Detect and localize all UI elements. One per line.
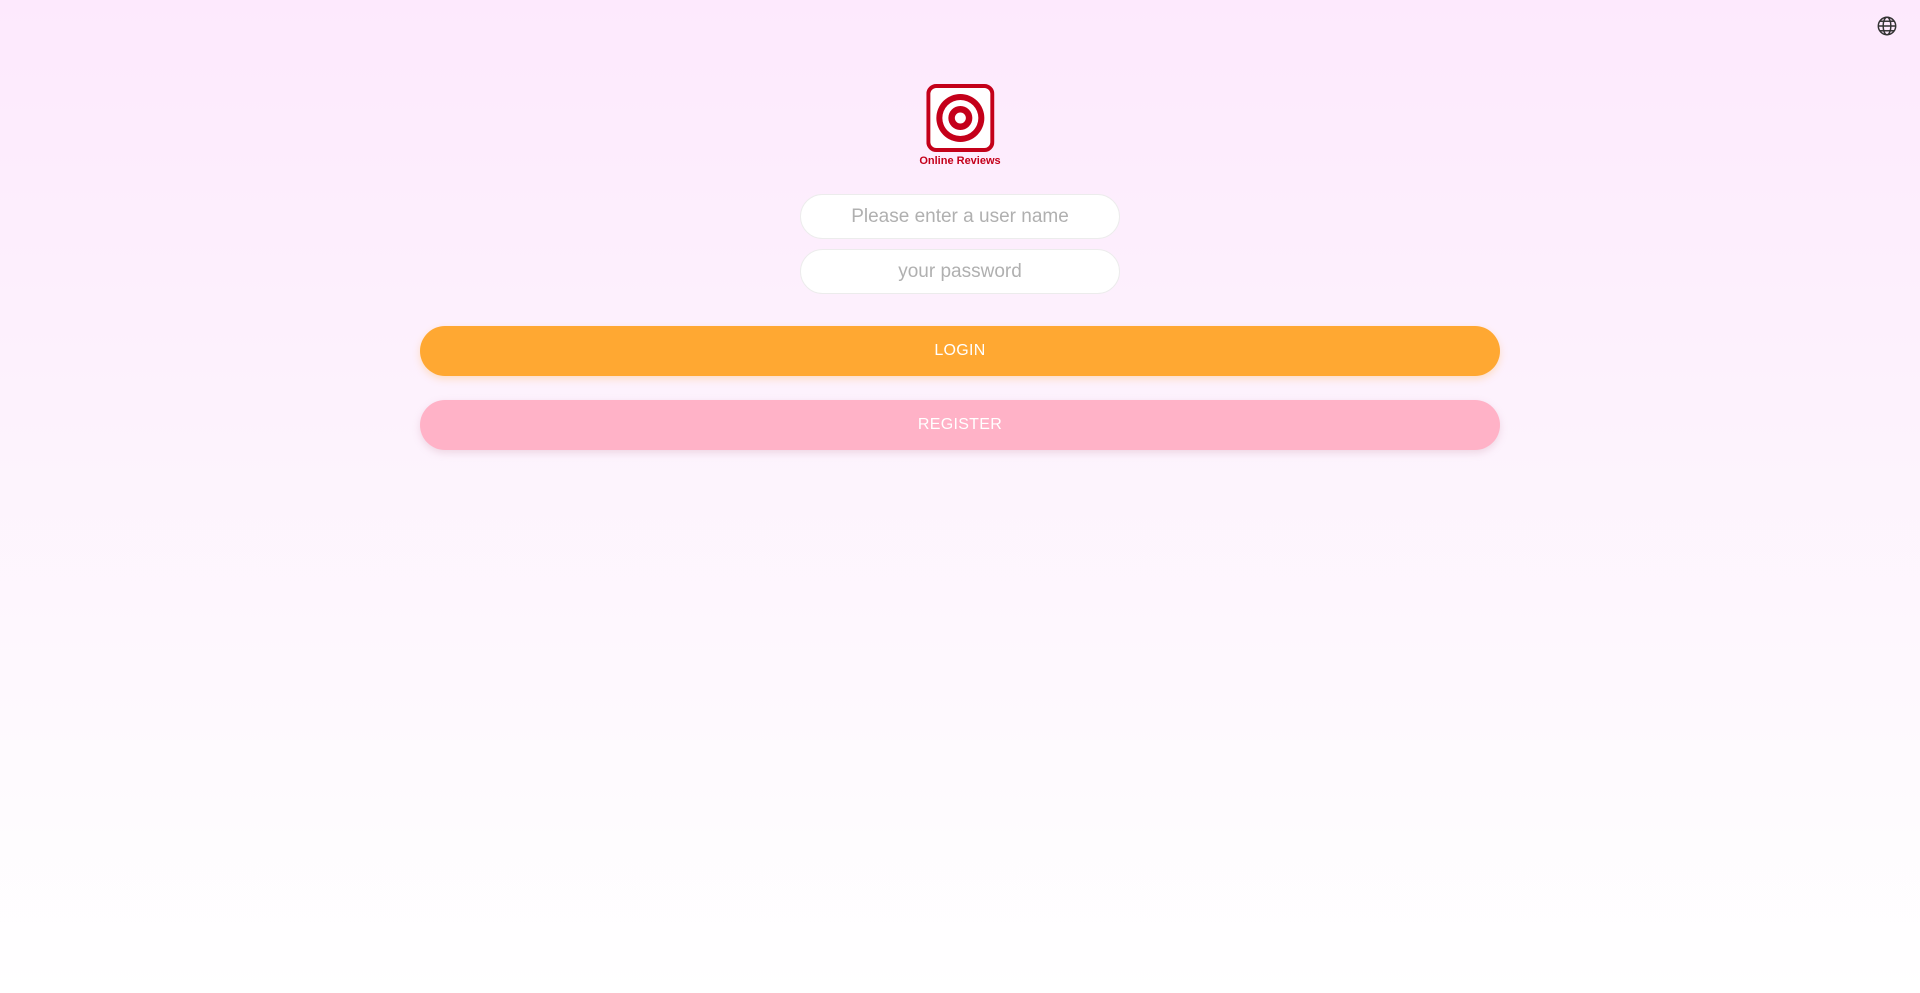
login-button[interactable]: LOGIN xyxy=(420,326,1500,376)
target-icon xyxy=(926,84,994,152)
password-input[interactable] xyxy=(800,249,1120,294)
register-button[interactable]: REGISTER xyxy=(420,400,1500,450)
logo: Online Reviews xyxy=(919,84,1001,167)
language-button[interactable] xyxy=(1875,14,1899,38)
logo-text: Online Reviews xyxy=(919,155,1001,167)
globe-icon xyxy=(1877,16,1897,36)
username-input[interactable] xyxy=(800,194,1120,239)
